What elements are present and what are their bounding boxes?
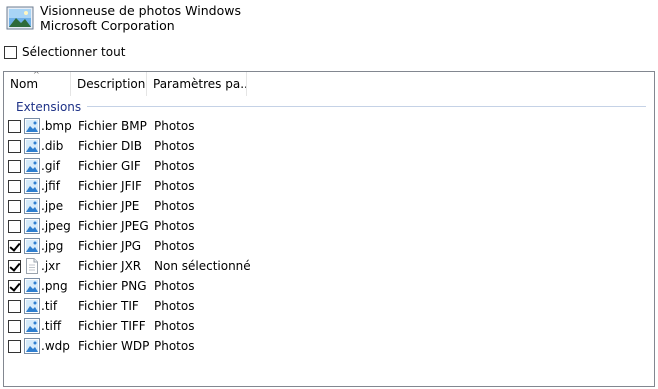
image-file-icon — [24, 158, 40, 174]
generic-file-icon — [24, 258, 40, 274]
rows-container: .bmp Fichier BMP Photos .dib Fichier DIB… — [4, 116, 654, 356]
image-file-icon — [24, 338, 40, 354]
select-all-box[interactable] — [4, 45, 17, 59]
list-item[interactable]: .gif Fichier GIF Photos — [4, 156, 654, 176]
row-description: Fichier TIFF — [78, 319, 146, 333]
group-title: Extensions — [16, 99, 82, 114]
image-file-icon — [24, 118, 40, 134]
row-description: Fichier DIB — [78, 139, 143, 153]
row-setting: Photos — [154, 119, 195, 133]
row-setting: Photos — [154, 299, 195, 313]
row-setting: Photos — [154, 139, 195, 153]
select-all-label: Sélectionner tout — [22, 45, 126, 59]
row-checkbox[interactable] — [8, 200, 21, 213]
row-setting: Photos — [154, 339, 195, 353]
list-item[interactable]: .jfif Fichier JFIF Photos — [4, 176, 654, 196]
list-item[interactable]: .tif Fichier TIF Photos — [4, 296, 654, 316]
row-extension: .jpe — [41, 199, 64, 213]
row-extension: .tif — [41, 299, 58, 313]
row-description: Fichier JPE — [78, 199, 140, 213]
app-header: Visionneuse de photos Windows Microsoft … — [4, 2, 644, 36]
row-extension: .dib — [41, 139, 64, 153]
column-header-settings-label: Paramètres pa... — [153, 77, 247, 91]
row-extension: .jfif — [41, 179, 60, 193]
image-file-icon — [24, 138, 40, 154]
row-description: Fichier JXR — [78, 259, 142, 273]
row-setting: Photos — [154, 279, 195, 293]
row-description: Fichier TIF — [78, 299, 139, 313]
row-description: Fichier BMP — [78, 119, 147, 133]
row-checkbox[interactable] — [8, 280, 21, 293]
row-checkbox[interactable] — [8, 140, 21, 153]
row-extension: .jpeg — [41, 219, 71, 233]
row-setting: Photos — [154, 159, 195, 173]
row-extension: .png — [41, 279, 68, 293]
image-file-icon — [24, 178, 40, 194]
list-item[interactable]: .jpg Fichier JPG Photos — [4, 236, 654, 256]
select-all-checkbox[interactable]: Sélectionner tout — [4, 44, 125, 60]
row-description: Fichier JPG — [78, 239, 142, 253]
row-checkbox[interactable] — [8, 160, 21, 173]
row-checkbox[interactable] — [8, 340, 21, 353]
list-item[interactable]: .jpeg Fichier JPEG Photos — [4, 216, 654, 236]
row-description: Fichier JFIF — [78, 179, 142, 193]
row-checkbox[interactable] — [8, 260, 21, 273]
column-header-settings[interactable]: Paramètres pa... — [147, 72, 247, 96]
row-extension: .wdp — [41, 339, 70, 353]
row-setting: Photos — [154, 179, 195, 193]
row-extension: .jpg — [41, 239, 64, 253]
list-item[interactable]: .bmp Fichier BMP Photos — [4, 116, 654, 136]
row-setting: Non sélectionné — [154, 259, 251, 273]
row-description: Fichier WDP — [78, 339, 150, 353]
row-extension: .bmp — [41, 119, 72, 133]
extensions-list[interactable]: ^ Nom Description Paramètres pa... Exten… — [3, 71, 655, 387]
image-file-icon — [24, 218, 40, 234]
column-header-description[interactable]: Description — [71, 72, 147, 96]
list-item[interactable]: .png Fichier PNG Photos — [4, 276, 654, 296]
row-setting: Photos — [154, 239, 195, 253]
app-name: Visionneuse de photos Windows — [40, 3, 241, 18]
image-file-icon — [24, 298, 40, 314]
sort-ascending-icon: ^ — [33, 72, 40, 79]
row-checkbox[interactable] — [8, 220, 21, 233]
image-file-icon — [24, 198, 40, 214]
column-header-row: ^ Nom Description Paramètres pa... — [4, 72, 654, 96]
row-extension: .jxr — [41, 259, 61, 273]
image-file-icon — [24, 318, 40, 334]
photo-viewer-icon — [6, 6, 34, 30]
column-header-name[interactable]: ^ Nom — [4, 72, 71, 96]
row-setting: Photos — [154, 219, 195, 233]
row-checkbox[interactable] — [8, 240, 21, 253]
list-item[interactable]: .jpe Fichier JPE Photos — [4, 196, 654, 216]
list-item[interactable]: .tiff Fichier TIFF Photos — [4, 316, 654, 336]
group-divider — [87, 106, 646, 107]
column-header-description-label: Description — [77, 77, 146, 91]
row-checkbox[interactable] — [8, 180, 21, 193]
row-checkbox[interactable] — [8, 320, 21, 333]
row-description: Fichier PNG — [78, 279, 147, 293]
row-extension: .tiff — [41, 319, 62, 333]
row-setting: Photos — [154, 319, 195, 333]
list-item[interactable]: .wdp Fichier WDP Photos — [4, 336, 654, 356]
image-file-icon — [24, 278, 40, 294]
row-description: Fichier JPEG — [78, 219, 149, 233]
image-file-icon — [24, 238, 40, 254]
row-checkbox[interactable] — [8, 120, 21, 133]
group-header-extensions[interactable]: Extensions — [16, 99, 646, 114]
row-description: Fichier GIF — [78, 159, 141, 173]
list-item[interactable]: .jxr Fichier JXR Non sélectionné — [4, 256, 654, 276]
list-item[interactable]: .dib Fichier DIB Photos — [4, 136, 654, 156]
row-setting: Photos — [154, 199, 195, 213]
app-publisher: Microsoft Corporation — [40, 18, 175, 33]
row-checkbox[interactable] — [8, 300, 21, 313]
row-extension: .gif — [41, 159, 60, 173]
